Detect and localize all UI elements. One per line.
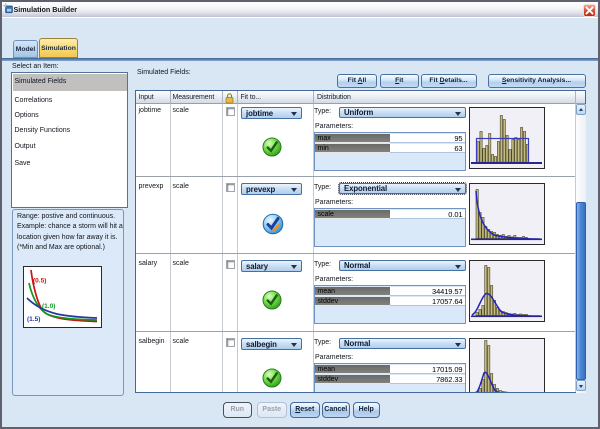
svg-text:(0.5): (0.5) [33, 278, 46, 285]
svg-text:(1.0): (1.0) [42, 303, 55, 310]
svg-text:(1.5): (1.5) [27, 316, 40, 323]
